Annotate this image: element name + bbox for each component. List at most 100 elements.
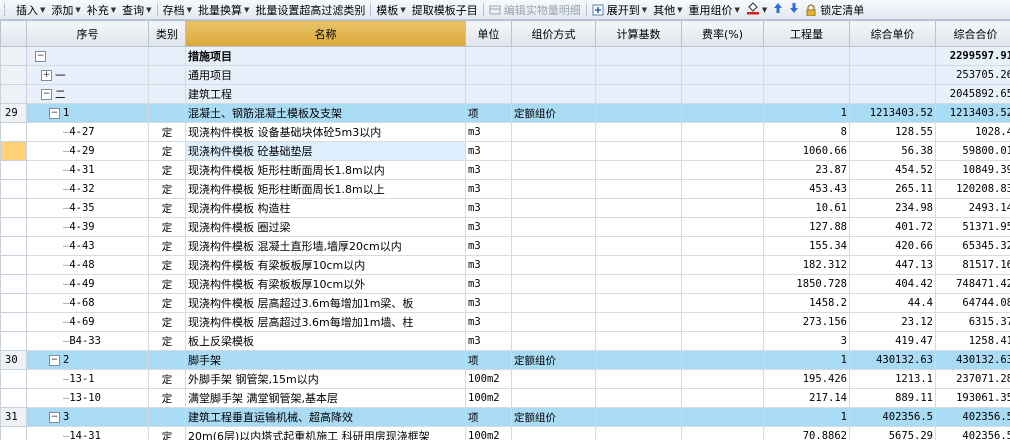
cell-base[interactable] (595, 65, 682, 85)
cell-method[interactable] (511, 46, 596, 66)
cell-unit[interactable]: m3 (465, 274, 512, 294)
cell-cat[interactable] (148, 103, 186, 123)
cell-qty[interactable]: 1458.2 (763, 293, 850, 313)
cell-rate[interactable] (681, 331, 764, 351)
cell-base[interactable] (595, 255, 682, 275)
column-header-1[interactable]: 类别 (148, 20, 186, 47)
cell-cat[interactable]: 定 (148, 217, 186, 237)
cell-total[interactable]: 1213403.52 (935, 103, 1010, 123)
cell-unit[interactable]: m3 (465, 122, 512, 142)
cell-rate[interactable] (681, 179, 764, 199)
cell-price[interactable]: 1213403.52 (849, 103, 936, 123)
row-number[interactable] (0, 274, 27, 294)
cell-cat[interactable] (148, 350, 186, 370)
cell-method[interactable] (511, 198, 596, 218)
cell-method[interactable] (511, 426, 596, 440)
cell-rate[interactable] (681, 160, 764, 180)
paint-bucket-button[interactable]: ▼ (743, 1, 770, 18)
cell-price[interactable] (849, 46, 936, 66)
cell-qty[interactable] (763, 84, 850, 104)
row-number[interactable] (0, 141, 27, 161)
cell-unit[interactable]: 项 (465, 350, 512, 370)
toolbar-item-7[interactable]: 模板 ▼ (373, 1, 408, 18)
cell-unit[interactable]: 项 (465, 407, 512, 427)
cell-seq[interactable]: —4-31 (26, 160, 149, 180)
cell-cat[interactable]: 定 (148, 198, 186, 218)
cell-total[interactable]: 1028.4 (935, 122, 1010, 142)
cell-total[interactable]: 120208.83 (935, 179, 1010, 199)
cell-rate[interactable] (681, 141, 764, 161)
toolbar-item-6[interactable]: 批量设置超高过滤类别 (252, 1, 368, 18)
cell-name[interactable]: 措施项目 (185, 46, 466, 66)
cell-price[interactable]: 420.66 (849, 236, 936, 256)
corner-cell[interactable] (0, 20, 27, 47)
row-number[interactable] (0, 293, 27, 313)
table-row[interactable]: —4-29 定现浇构件模板 砼基础垫层 m3 1060.66 56.38 59800.01… (0, 141, 1010, 161)
cell-unit[interactable]: 项 (465, 103, 512, 123)
cell-cat[interactable]: 定 (148, 122, 186, 142)
cell-qty[interactable]: 1060.66 (763, 141, 850, 161)
cell-base[interactable] (595, 293, 682, 313)
toolbar-item-11[interactable]: 其他 ▼ (650, 1, 685, 18)
column-header-6[interactable]: 费率(%) (681, 20, 764, 47)
cell-method[interactable] (511, 160, 596, 180)
toolbar-item-2[interactable]: 补充 ▼ (84, 1, 119, 18)
cell-name[interactable]: 现浇构件模板 设备基础块体砼5m3以内 (185, 122, 466, 142)
cell-rate[interactable] (681, 350, 764, 370)
cell-seq[interactable]: —13-10 (26, 388, 149, 408)
cell-cat[interactable] (148, 407, 186, 427)
cell-base[interactable] (595, 141, 682, 161)
toolbar-item-5[interactable]: 批量换算 ▼ (195, 1, 252, 18)
cell-rate[interactable] (681, 293, 764, 313)
toolbar-item-0[interactable]: 插入 ▼ (13, 1, 48, 18)
cell-unit[interactable]: m3 (465, 217, 512, 237)
table-row[interactable]: 30−2 脚手架项定额组价 1 430132.63 430132.63 (0, 350, 1010, 370)
cell-seq[interactable]: —4-48 (26, 255, 149, 275)
cell-qty[interactable]: 182.312 (763, 255, 850, 275)
cell-method[interactable] (511, 312, 596, 332)
row-number[interactable]: 31 (0, 407, 27, 427)
cell-total[interactable]: 2299597.91 (935, 46, 1010, 66)
cell-qty[interactable]: 23.87 (763, 160, 850, 180)
cell-total[interactable]: 6315.37 (935, 312, 1010, 332)
cell-unit[interactable]: m3 (465, 141, 512, 161)
cell-base[interactable] (595, 331, 682, 351)
cell-unit[interactable]: m3 (465, 236, 512, 256)
cell-seq[interactable]: − 二 (26, 84, 149, 104)
cell-qty[interactable]: 1 (763, 407, 850, 427)
cell-base[interactable] (595, 217, 682, 237)
toolbar-grip[interactable] (4, 3, 8, 16)
row-number[interactable] (0, 312, 27, 332)
cell-seq[interactable]: —4-29 (26, 141, 149, 161)
cell-rate[interactable] (681, 217, 764, 237)
cell-rate[interactable] (681, 84, 764, 104)
cell-total[interactable]: 253705.26 (935, 65, 1010, 85)
cell-base[interactable] (595, 84, 682, 104)
cell-name[interactable]: 现浇构件模板 砼基础垫层 (185, 141, 466, 161)
cell-unit[interactable]: m3 (465, 331, 512, 351)
cell-price[interactable]: 889.11 (849, 388, 936, 408)
cell-method[interactable]: 定额组价 (511, 407, 596, 427)
table-row[interactable]: —14-31 定 20m(6层)以内塔式起重机施工 科研用房现浇框架 100m2 70.… (0, 426, 1010, 440)
column-header-5[interactable]: 计算基数 (595, 20, 682, 47)
table-row[interactable]: —4-49 定现浇构件模板 有梁板板厚10cm以外 m3 1850.728 404.42… (0, 274, 1010, 294)
cell-price[interactable]: 234.98 (849, 198, 936, 218)
cell-qty[interactable]: 1850.728 (763, 274, 850, 294)
table-row[interactable]: —4-43 定现浇构件模板 混凝土直形墙,墙厚20cm以内 m3 155.34 420.… (0, 236, 1010, 256)
row-number[interactable] (0, 122, 27, 142)
cell-total[interactable]: 10849.39 (935, 160, 1010, 180)
column-header-9[interactable]: 综合合价 (935, 20, 1010, 47)
collapse-icon[interactable]: − (35, 50, 46, 62)
cell-seq[interactable]: —4-27 (26, 122, 149, 142)
cell-name[interactable]: 建筑工程垂直运输机械、超高降效 (185, 407, 466, 427)
cell-base[interactable] (595, 388, 682, 408)
table-row[interactable]: —4-69 定现浇构件模板 层高超过3.6m每增加1m墙、柱 m3 273.156 23… (0, 312, 1010, 332)
cell-qty[interactable] (763, 46, 850, 66)
cell-price[interactable]: 265.11 (849, 179, 936, 199)
column-header-0[interactable]: 序号 (26, 20, 149, 47)
cell-total[interactable]: 65345.32 (935, 236, 1010, 256)
table-row[interactable]: —B4-33定板上反梁模板m33419.471258.41一 (0, 331, 1010, 351)
cell-method[interactable] (511, 293, 596, 313)
row-number[interactable] (0, 426, 27, 440)
row-number[interactable] (0, 46, 27, 66)
